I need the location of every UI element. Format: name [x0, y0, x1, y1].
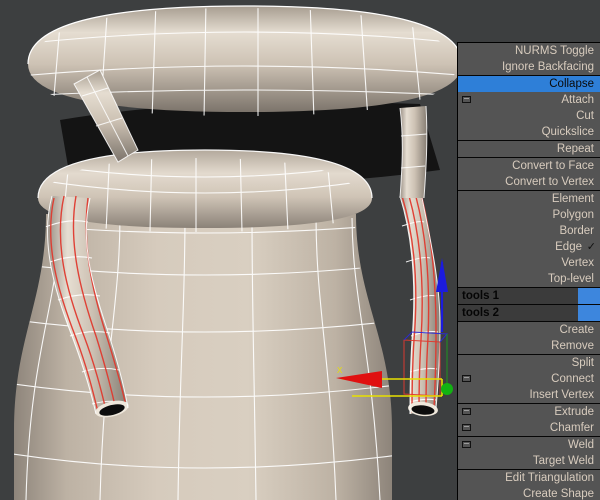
menu-item-label: Ignore Backfacing — [501, 61, 594, 73]
group-extrude: Extrude Chamfer — [458, 404, 600, 437]
menu-item-remove[interactable]: Remove — [458, 338, 600, 354]
tools-header-label: tools 1 — [462, 290, 500, 302]
menu-item-extrude[interactable]: Extrude — [458, 404, 600, 420]
check-icon: ✓ — [586, 241, 596, 253]
menu-item-insert-vertex[interactable]: Insert Vertex — [458, 387, 600, 403]
menu-item-chamfer[interactable]: Chamfer — [458, 420, 600, 436]
settings-dialog-icon[interactable] — [462, 408, 471, 415]
group-edit: Collapse Attach Cut Quickslice — [458, 76, 600, 141]
menu-item-label: Split — [571, 357, 594, 369]
menu-item-label: Create — [559, 324, 594, 336]
group-weld: Weld Target Weld — [458, 437, 600, 470]
menu-item-label: NURMS Toggle — [514, 45, 594, 57]
group-create-remove: Create Remove — [458, 322, 600, 355]
menu-item-connect[interactable]: Connect — [458, 371, 600, 387]
menu-item-label: Repeat — [556, 143, 594, 155]
menu-item-label: Extrude — [554, 406, 594, 418]
menu-item-label: Cut — [576, 110, 594, 122]
group-toggle: NURMS Toggle Ignore Backfacing — [458, 43, 600, 76]
menu-item-vertex[interactable]: Vertex — [458, 255, 600, 271]
menu-item-label: Vertex — [561, 257, 594, 269]
menu-item-edit-triangulation[interactable]: Edit Triangulation — [458, 470, 600, 486]
menu-item-collapse[interactable]: Collapse — [458, 76, 600, 92]
menu-item-quickslice[interactable]: Quickslice — [458, 124, 600, 140]
group-misc: Edit Triangulation Create Shape — [458, 470, 600, 500]
menu-item-convert-to-face[interactable]: Convert to Face — [458, 158, 600, 174]
menu-item-label: Edge — [555, 241, 582, 253]
group-repeat: Repeat — [458, 141, 600, 158]
settings-dialog-icon[interactable] — [462, 375, 471, 382]
menu-item-edge[interactable]: Edge ✓ — [458, 239, 600, 255]
menu-item-label: Polygon — [552, 209, 594, 221]
group-split: Split Connect Insert Vertex — [458, 355, 600, 404]
menu-item-label: Border — [559, 225, 594, 237]
menu-item-nurms-toggle[interactable]: NURMS Toggle — [458, 43, 600, 59]
tools-header-1[interactable]: tools 1 — [458, 288, 600, 305]
menu-item-create-shape[interactable]: Create Shape — [458, 486, 600, 500]
menu-item-cut[interactable]: Cut — [458, 108, 600, 124]
model-right-arm — [399, 105, 428, 199]
tools-header-2[interactable]: tools 2 — [458, 305, 600, 322]
menu-item-label: Element — [551, 193, 594, 205]
menu-item-label: Insert Vertex — [529, 389, 594, 401]
menu-item-element[interactable]: Element — [458, 191, 600, 207]
menu-item-border[interactable]: Border — [458, 223, 600, 239]
menu-item-label: Quickslice — [541, 126, 594, 138]
group-convert: Convert to Face Convert to Vertex — [458, 158, 600, 191]
settings-dialog-icon[interactable] — [462, 441, 471, 448]
settings-dialog-icon[interactable] — [462, 424, 471, 431]
menu-item-label: Collapse — [549, 78, 594, 90]
tools-header-swatch[interactable] — [578, 305, 600, 321]
menu-item-weld[interactable]: Weld — [458, 437, 600, 453]
menu-item-ignore-backfacing[interactable]: Ignore Backfacing — [458, 59, 600, 75]
menu-item-label: Chamfer — [549, 422, 594, 434]
gizmo-center-handle[interactable] — [441, 383, 453, 395]
menu-item-label: Convert to Face — [512, 160, 594, 172]
gizmo-axis-label: X — [337, 366, 343, 375]
app-window: X NURMS Toggle Ignore Backfacing Collapse A… — [0, 0, 600, 500]
menu-item-label: Edit Triangulation — [505, 472, 594, 484]
tools-header-label: tools 2 — [462, 307, 500, 319]
menu-item-label: Top-level — [547, 273, 594, 285]
tools-header-swatch[interactable] — [578, 288, 600, 304]
menu-item-label: Create Shape — [523, 488, 594, 500]
menu-item-convert-to-vertex[interactable]: Convert to Vertex — [458, 174, 600, 190]
menu-item-label: Attach — [561, 94, 594, 106]
menu-item-target-weld[interactable]: Target Weld — [458, 453, 600, 469]
menu-item-label: Target Weld — [532, 455, 594, 467]
menu-item-split[interactable]: Split — [458, 355, 600, 371]
settings-dialog-icon[interactable] — [462, 96, 471, 103]
menu-item-label: Convert to Vertex — [505, 176, 594, 188]
menu-item-label: Weld — [568, 439, 594, 451]
menu-item-polygon[interactable]: Polygon — [458, 207, 600, 223]
group-subobject-level: Element Polygon Border Edge ✓ Vertex Top-level — [458, 191, 600, 288]
menu-item-top-level[interactable]: Top-level — [458, 271, 600, 287]
menu-item-attach[interactable]: Attach — [458, 92, 600, 108]
menu-item-create[interactable]: Create — [458, 322, 600, 338]
quad-menu[interactable]: NURMS Toggle Ignore Backfacing Collapse Att… — [457, 42, 600, 500]
menu-item-repeat[interactable]: Repeat — [458, 141, 600, 157]
menu-item-label: Connect — [551, 373, 594, 385]
menu-item-label: Remove — [551, 340, 594, 352]
